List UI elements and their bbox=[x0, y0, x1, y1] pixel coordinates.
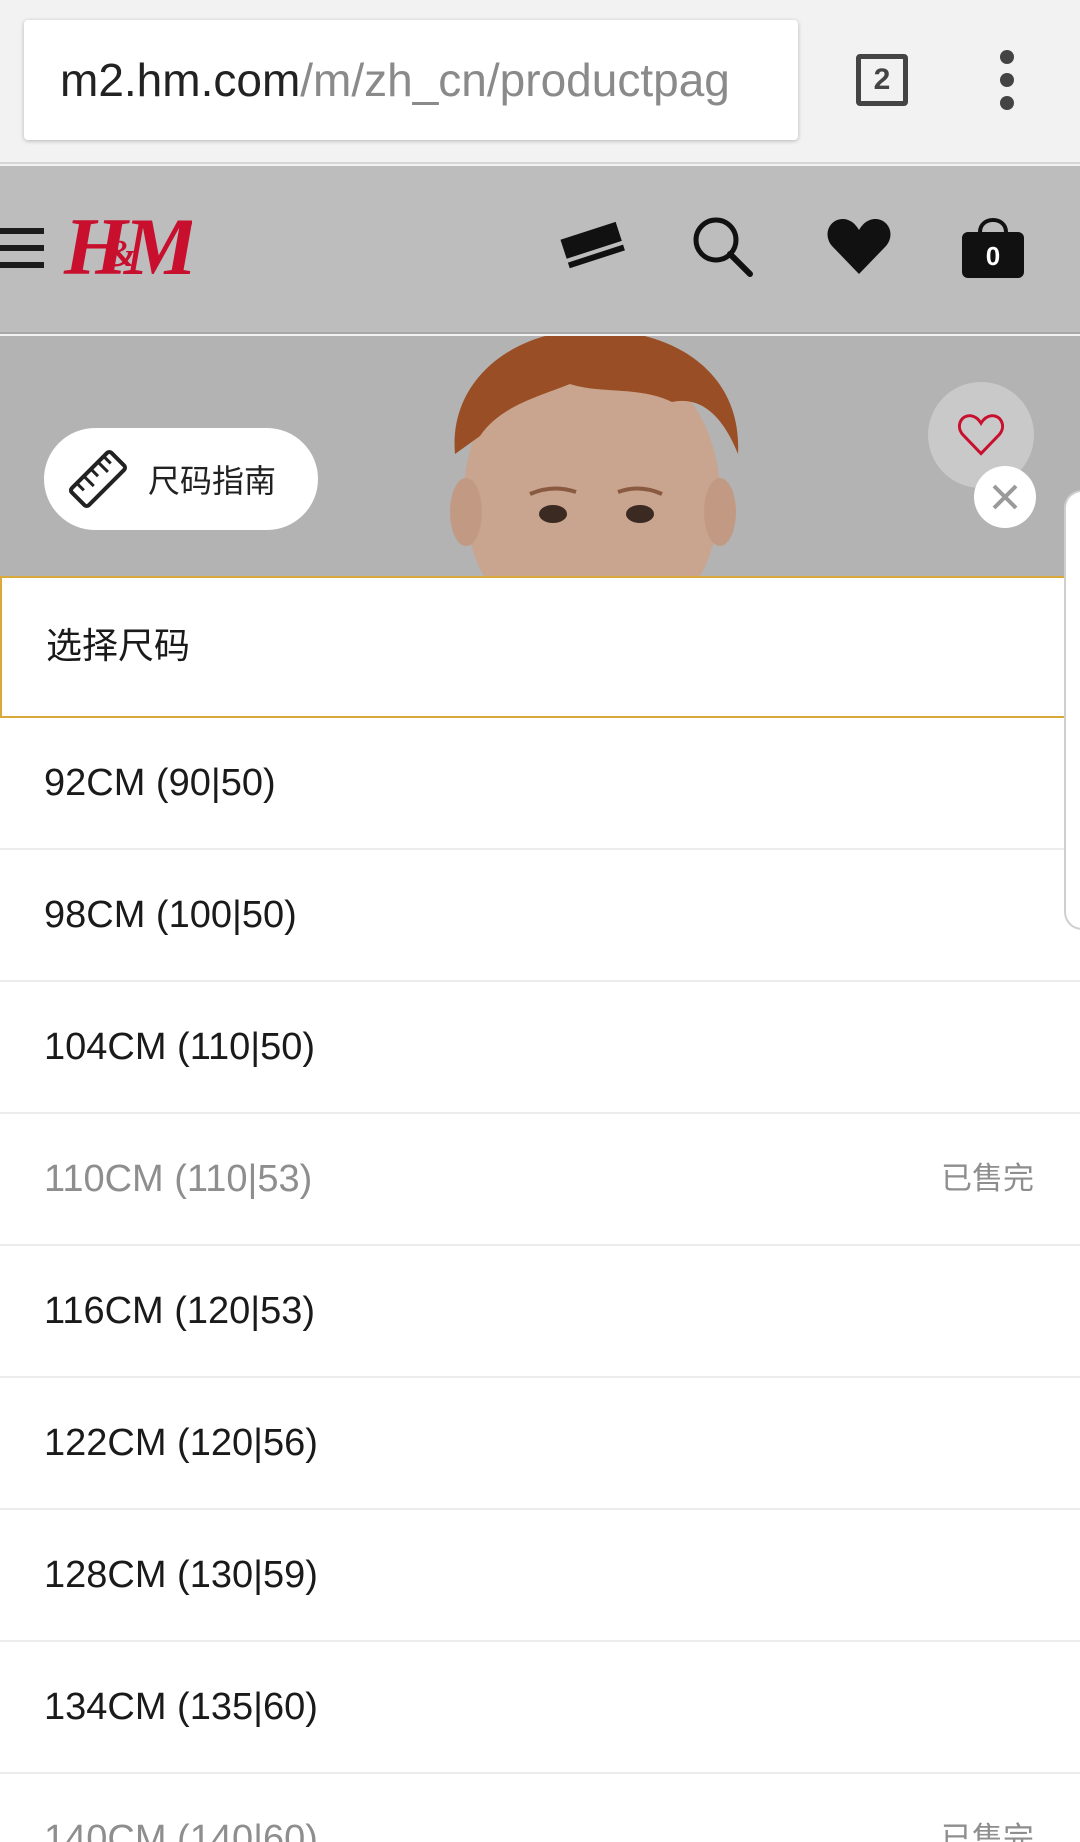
tab-switcher-button[interactable]: 2 bbox=[856, 54, 908, 106]
size-option[interactable]: 110CM (110|53) 已售完 bbox=[0, 1114, 1080, 1246]
heart-outline-icon bbox=[958, 414, 1004, 456]
browser-toolbar: m2.hm.com/m/zh_cn/productpag 2 bbox=[0, 0, 1080, 164]
size-option-label: 140CM (140|60) bbox=[44, 1818, 318, 1842]
size-option[interactable]: 134CM (135|60) bbox=[0, 1642, 1080, 1774]
close-button[interactable] bbox=[974, 466, 1036, 528]
size-list: 92CM (90|50) 98CM (100|50) 104CM (110|50) 1… bbox=[0, 718, 1080, 1842]
address-bar[interactable]: m2.hm.com/m/zh_cn/productpag bbox=[24, 20, 798, 140]
size-option[interactable]: 128CM (130|59) bbox=[0, 1510, 1080, 1642]
heart-icon[interactable] bbox=[826, 216, 892, 278]
hamburger-icon[interactable] bbox=[0, 228, 44, 268]
size-option-label: 116CM (120|53) bbox=[44, 1290, 316, 1332]
size-option-label: 98CM (100|50) bbox=[44, 894, 297, 936]
close-icon bbox=[992, 484, 1018, 510]
size-option-label: 134CM (135|60) bbox=[44, 1686, 318, 1728]
size-option-label: 104CM (110|50) bbox=[44, 1026, 316, 1068]
product-image: 尺码指南 bbox=[0, 336, 1080, 576]
size-option-label: 122CM (120|56) bbox=[44, 1422, 318, 1464]
scroll-edge bbox=[1064, 490, 1080, 930]
size-selector-panel: 选择尺码 92CM (90|50) 98CM (100|50) 104CM (110… bbox=[0, 576, 1080, 1842]
sold-out-badge: 已售完 bbox=[941, 1161, 1034, 1197]
cart-count: 0 bbox=[985, 241, 1001, 271]
search-icon[interactable] bbox=[690, 214, 756, 280]
size-guide-label: 尺码指南 bbox=[148, 462, 277, 500]
size-option[interactable]: 122CM (120|56) bbox=[0, 1378, 1080, 1510]
sold-out-badge: 已售完 bbox=[941, 1821, 1034, 1842]
site-header: H & M 0 bbox=[0, 166, 1080, 334]
ruler-icon bbox=[68, 449, 128, 509]
size-option[interactable]: 140CM (140|60) 已售完 bbox=[0, 1774, 1080, 1842]
size-option[interactable]: 104CM (110|50) bbox=[0, 982, 1080, 1114]
size-option[interactable]: 92CM (90|50) bbox=[0, 718, 1080, 850]
size-select-title[interactable]: 选择尺码 bbox=[0, 576, 1067, 718]
size-guide-button[interactable]: 尺码指南 bbox=[44, 428, 318, 530]
url-path: /m/zh_cn/productpag bbox=[300, 54, 730, 106]
hm-logo[interactable]: H & M bbox=[62, 194, 200, 294]
size-option[interactable]: 98CM (100|50) bbox=[0, 850, 1080, 982]
size-option-label: 92CM (90|50) bbox=[44, 762, 276, 804]
size-option-label: 128CM (130|59) bbox=[44, 1554, 318, 1596]
size-option-label: 110CM (110|53) bbox=[44, 1158, 313, 1200]
card-icon[interactable] bbox=[560, 218, 626, 274]
shopping-bag-icon[interactable]: 0 bbox=[958, 210, 1028, 282]
more-vert-icon[interactable] bbox=[996, 50, 1024, 110]
url-domain: m2.hm.com bbox=[60, 54, 301, 106]
size-option[interactable]: 116CM (120|53) bbox=[0, 1246, 1080, 1378]
svg-text:M: M bbox=[122, 201, 192, 292]
